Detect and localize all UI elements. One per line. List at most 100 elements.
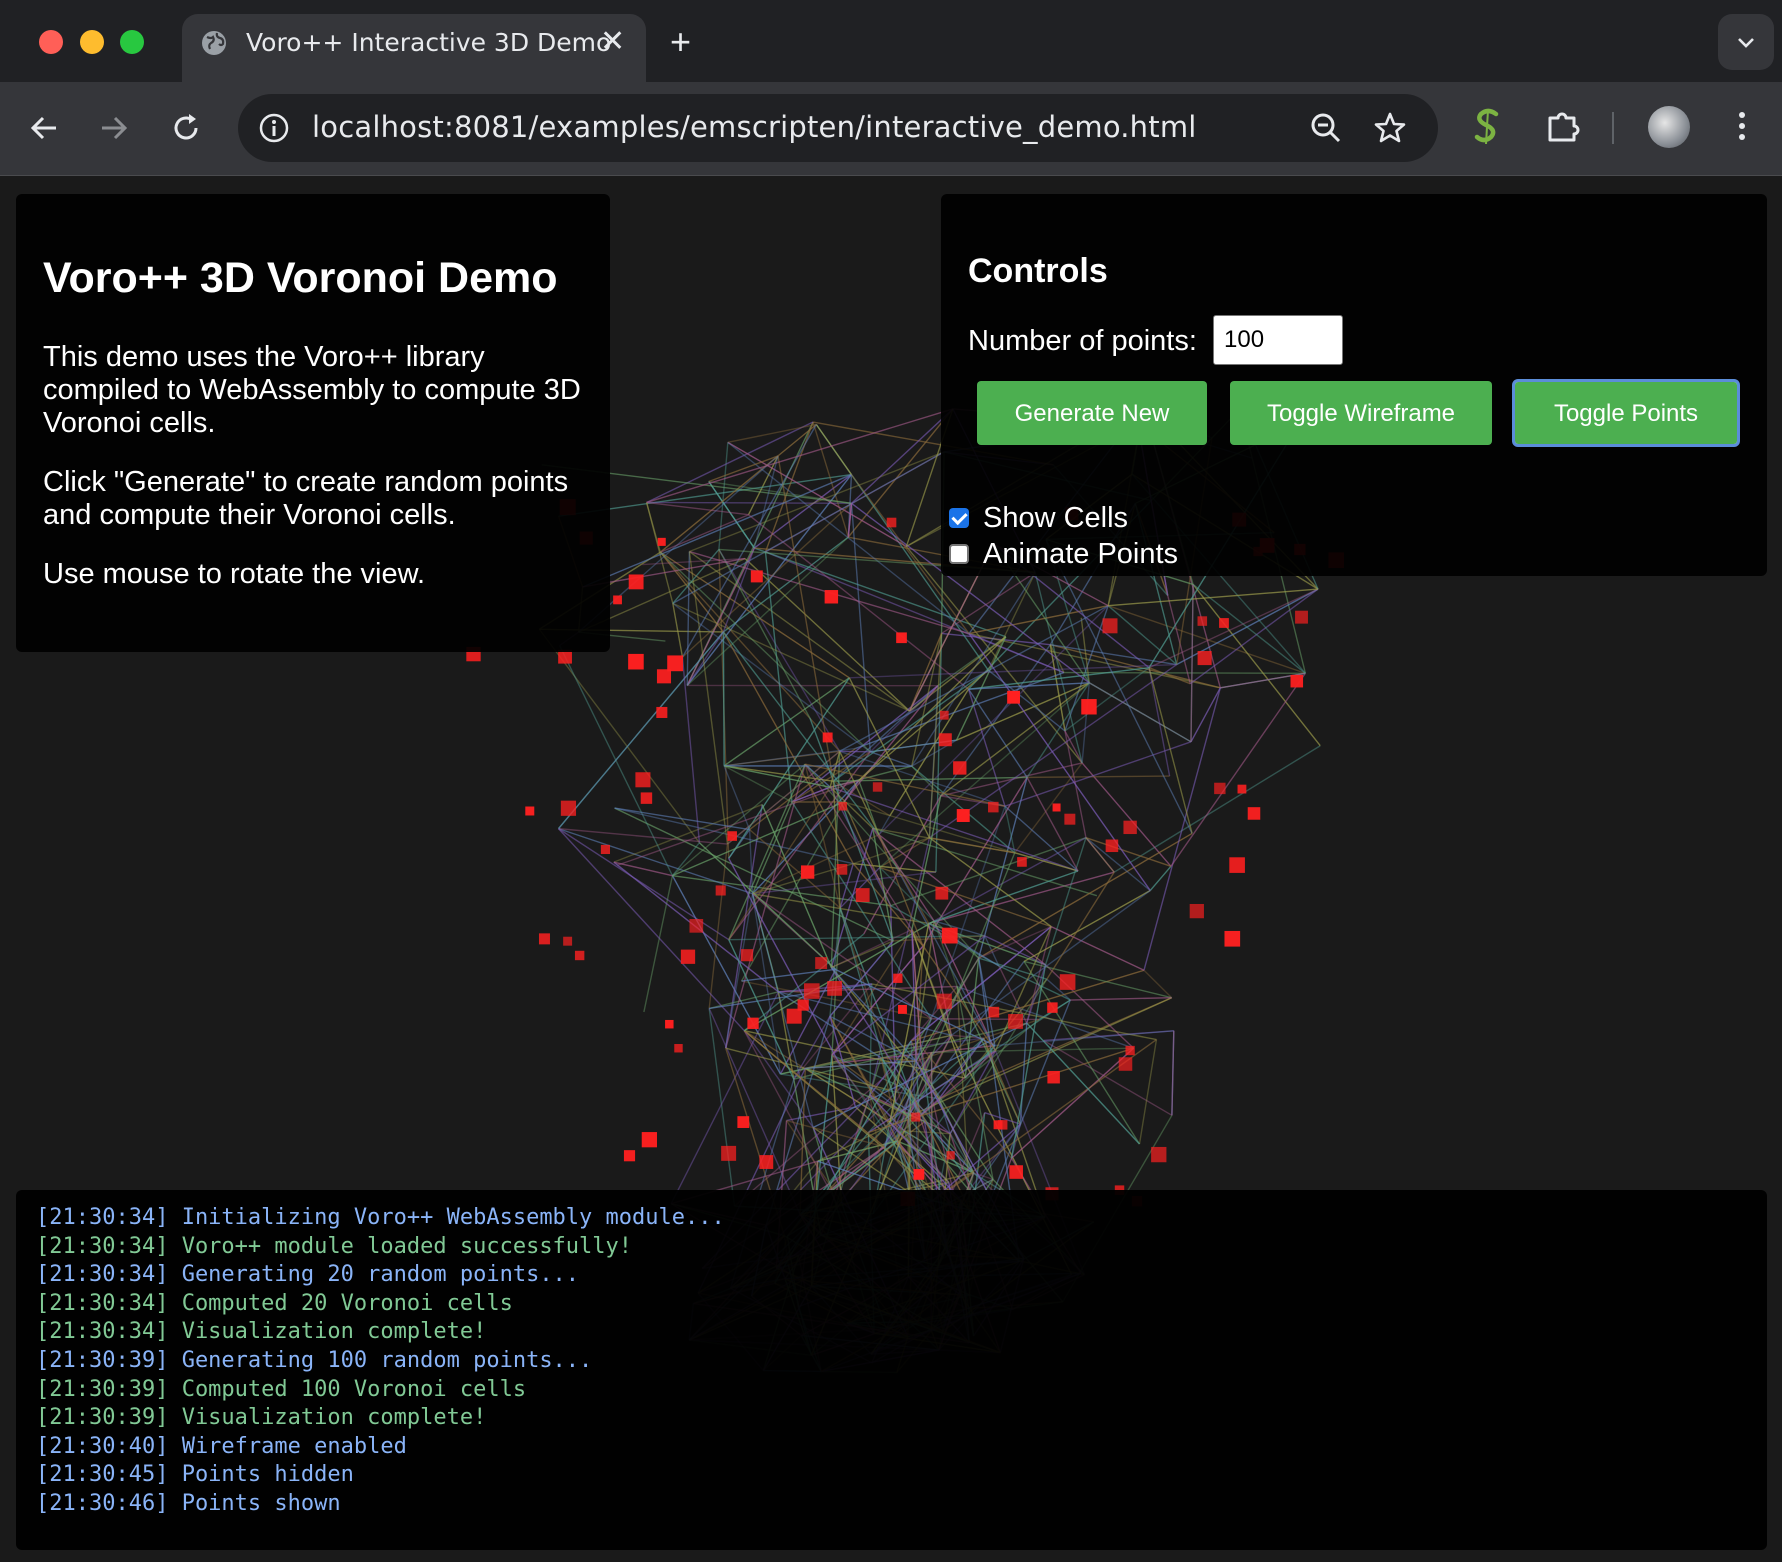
voronoi-point xyxy=(836,864,848,875)
cell-edge xyxy=(1189,588,1319,685)
voronoi-point xyxy=(953,761,967,775)
cell-edge xyxy=(858,669,989,782)
voronoi-point xyxy=(827,981,842,996)
browser-tab-active[interactable]: Voro++ Interactive 3D Demo ✕ xyxy=(182,14,646,82)
cell-edge xyxy=(672,603,684,658)
num-points-input[interactable] xyxy=(1213,315,1343,365)
animate-points-label: Animate Points xyxy=(983,538,1179,570)
tab-title: Voro++ Interactive 3D Demo xyxy=(246,28,612,57)
voronoi-point xyxy=(938,733,952,747)
log-line: [21:30:40] Wireframe enabled xyxy=(36,1433,407,1459)
back-icon[interactable] xyxy=(24,108,64,148)
cell-edge xyxy=(1167,595,1191,684)
cell-edge xyxy=(614,807,750,831)
extension-s-icon[interactable] xyxy=(1466,104,1510,148)
cell-edge xyxy=(724,765,834,782)
voronoi-point xyxy=(1214,782,1226,795)
voronoi-point xyxy=(747,1017,759,1029)
button-row: Generate New Toggle Wireframe Toggle Poi… xyxy=(968,379,1740,447)
more-icon[interactable] xyxy=(1720,104,1764,148)
voronoi-point xyxy=(680,949,696,964)
voronoi-point xyxy=(1017,857,1027,867)
address-bar[interactable]: localhost:8081/examples/emscripten/inter… xyxy=(238,94,1438,162)
voronoi-point xyxy=(560,800,577,816)
info-paragraph: This demo uses the Voro++ library compil… xyxy=(43,341,581,439)
voronoi-point xyxy=(1189,903,1204,919)
toolbar-divider xyxy=(1612,112,1614,144)
cell-edge xyxy=(670,991,780,1204)
voronoi-point xyxy=(1237,784,1247,794)
voronoi-point xyxy=(538,933,550,945)
cell-edge xyxy=(855,671,1065,750)
voronoi-point xyxy=(1123,820,1137,835)
avatar[interactable] xyxy=(1648,106,1690,148)
cell-edge xyxy=(1070,997,1172,1001)
voronoi-point xyxy=(803,983,820,999)
animate-points-checkbox[interactable] xyxy=(949,544,969,564)
voronoi-point xyxy=(886,517,897,528)
voronoi-point xyxy=(665,1019,674,1029)
show-cells-checkbox[interactable] xyxy=(949,508,969,528)
info-icon[interactable] xyxy=(258,112,290,144)
cell-edge xyxy=(718,549,811,719)
puzzle-icon[interactable] xyxy=(1542,104,1586,148)
voronoi-point xyxy=(1009,1165,1023,1179)
cell-edge xyxy=(725,764,806,1049)
voronoi-point xyxy=(1059,974,1076,990)
voronoi-point xyxy=(640,792,653,804)
cell-edge xyxy=(741,968,836,982)
cell-edge xyxy=(847,408,954,538)
voronoi-point xyxy=(855,888,870,902)
voronoi-point xyxy=(574,950,585,961)
log-console: [21:30:34] Initializing Voro++ WebAssemb… xyxy=(16,1190,1767,1550)
cell-edge xyxy=(1049,644,1066,732)
voronoi-point xyxy=(657,537,666,546)
voronoi-point xyxy=(941,927,958,944)
voronoi-point xyxy=(689,919,704,933)
reload-icon[interactable] xyxy=(166,108,206,148)
voronoi-point xyxy=(997,1120,1008,1130)
log-line: [21:30:46] Points shown xyxy=(36,1490,341,1516)
voronoi-point xyxy=(759,1155,774,1169)
voronoi-point xyxy=(1052,803,1061,812)
plus-icon[interactable]: + xyxy=(670,22,691,62)
voronoi-point xyxy=(1102,618,1118,634)
toggle-points-button[interactable]: Toggle Points xyxy=(1512,379,1740,447)
voronoi-point xyxy=(898,1004,907,1014)
cell-edge xyxy=(935,633,943,873)
cell-edge xyxy=(718,442,729,550)
forward-icon[interactable] xyxy=(94,108,134,148)
cell-edge xyxy=(1171,1030,1175,1116)
cell-edge xyxy=(831,1054,898,1142)
cell-edge xyxy=(1148,667,1193,834)
window-minimize-button[interactable] xyxy=(80,30,104,54)
cell-edge xyxy=(708,844,729,1009)
voronoi-point xyxy=(1247,807,1261,820)
voronoi-point xyxy=(628,574,644,590)
window-close-button[interactable] xyxy=(39,30,63,54)
voronoi-point xyxy=(641,1132,657,1148)
cell-edge xyxy=(617,779,860,866)
star-icon[interactable] xyxy=(1372,110,1408,146)
show-cells-label: Show Cells xyxy=(983,502,1129,534)
voronoi-point xyxy=(737,1116,750,1128)
log-line: [21:30:34] Visualization complete! xyxy=(36,1319,487,1345)
voronoi-point xyxy=(822,732,833,743)
voronoi-point xyxy=(656,706,668,718)
voronoi-point xyxy=(623,1150,636,1162)
cell-edge xyxy=(968,682,1090,690)
url-text[interactable]: localhost:8081/examples/emscripten/inter… xyxy=(312,110,1197,144)
close-icon[interactable]: ✕ xyxy=(600,26,625,58)
zoom-icon[interactable] xyxy=(1308,110,1344,146)
chevron-down-icon[interactable] xyxy=(1718,14,1774,70)
voronoi-point xyxy=(956,809,970,822)
generate-new-button[interactable]: Generate New xyxy=(977,381,1207,445)
voronoi-point xyxy=(988,1006,1000,1018)
cell-edge xyxy=(839,750,871,753)
num-points-row: Number of points: xyxy=(968,315,1740,371)
page-title: Voro++ 3D Voronoi Demo xyxy=(43,254,558,302)
toggle-wireframe-button[interactable]: Toggle Wireframe xyxy=(1230,381,1492,445)
controls-title: Controls xyxy=(968,252,1108,290)
window-zoom-button[interactable] xyxy=(120,30,144,54)
log-line: [21:30:39] Generating 100 random points.… xyxy=(36,1347,593,1373)
